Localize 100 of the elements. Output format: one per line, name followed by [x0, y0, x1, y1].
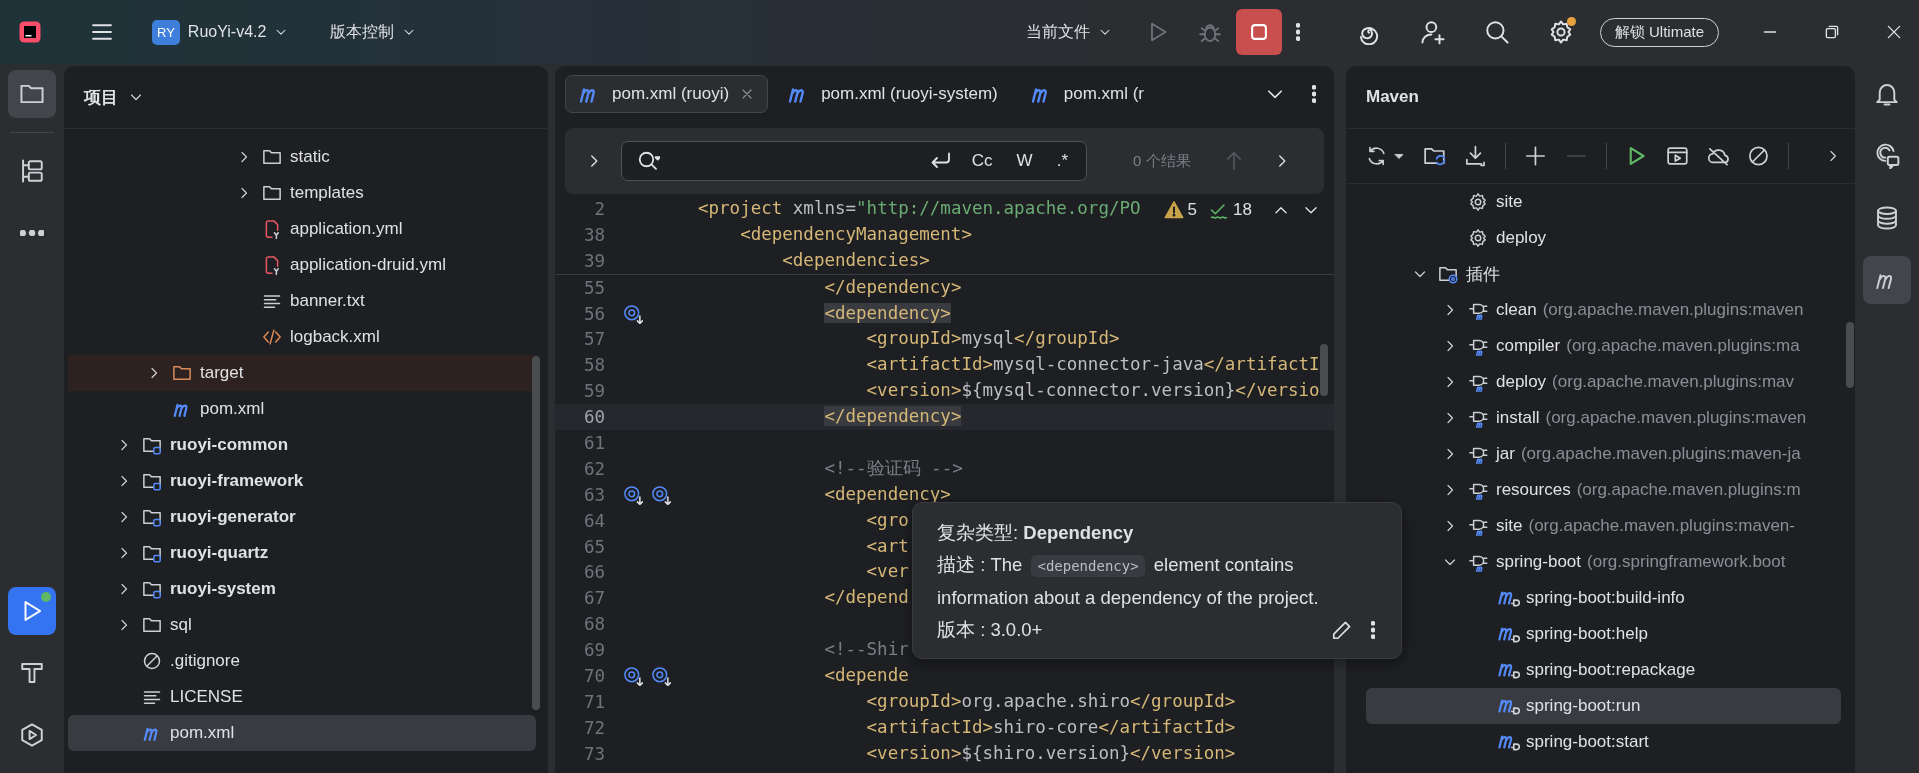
tree-item[interactable]: spring-boot:start — [1366, 724, 1841, 760]
more-icon[interactable] — [1295, 22, 1300, 42]
tree-item[interactable]: spring-boot:help — [1366, 616, 1841, 652]
ai-chat-icon — [1874, 143, 1900, 169]
tree-item[interactable]: application-druid.yml — [68, 247, 536, 283]
tree-item[interactable]: site (org.apache.maven.plugins:maven- — [1366, 508, 1841, 544]
dependency-gutter-icon[interactable] — [623, 303, 643, 324]
hammer-icon — [19, 660, 45, 686]
folder-icon — [142, 615, 162, 635]
tool-window-button[interactable] — [1863, 256, 1911, 304]
line-number: 68 — [582, 614, 605, 635]
run-config-menu[interactable]: 当前文件 — [1017, 15, 1120, 49]
tree-item[interactable]: pom.xml — [68, 715, 536, 751]
tree-item[interactable]: ruoyi-system — [68, 571, 536, 607]
dependency-gutter-icon[interactable] — [623, 484, 643, 505]
tree-item[interactable]: deploy (org.apache.maven.plugins:mav — [1366, 364, 1841, 400]
tree-item[interactable]: ruoyi-generator — [68, 499, 536, 535]
match-case-toggle[interactable]: Cc — [967, 149, 997, 173]
line-number: 72 — [582, 717, 605, 738]
code-line: <groupId>mysql</groupId> — [865, 327, 1120, 351]
scrollbar-thumb[interactable] — [1846, 322, 1854, 388]
tool-window-button[interactable] — [8, 587, 56, 635]
editor-tab[interactable]: pom.xml (ruoyi) — [565, 75, 769, 113]
tree-item[interactable]: spring-boot:repackage — [1366, 652, 1841, 688]
module-folder-icon — [142, 579, 162, 599]
tree-item[interactable]: pom.xml — [68, 391, 536, 427]
line-number: 65 — [582, 536, 605, 557]
more-icon[interactable] — [1371, 620, 1375, 640]
tree-item[interactable]: site — [1366, 184, 1841, 220]
tree-item[interactable]: ruoyi-common — [68, 427, 536, 463]
module-folder-icon — [142, 507, 162, 527]
search-icon[interactable] — [1483, 19, 1510, 45]
module-folder-icon — [142, 471, 162, 491]
tree-item[interactable]: spring-boot:run — [1366, 688, 1841, 724]
tree-item[interactable]: logback.xml — [68, 319, 536, 355]
stop-button[interactable] — [1235, 9, 1282, 55]
tooltip-description: 描述 : The <dependency> element contains information about a dependency of the project. — [937, 553, 1320, 610]
tool-window-button[interactable] — [8, 70, 56, 118]
dependency-gutter-icon[interactable] — [651, 665, 671, 686]
dependency-gutter-icon[interactable] — [651, 484, 671, 505]
gear-icon — [1468, 228, 1488, 248]
editor-tab[interactable]: pom.xml (ruoyi-system) — [774, 75, 1011, 113]
code-line: <gro — [865, 508, 909, 532]
tree-item[interactable]: jar (org.apache.maven.plugins:maven-ja — [1366, 436, 1841, 472]
refresh-icon[interactable] — [1366, 144, 1388, 168]
code-line: </dependency> — [823, 275, 962, 299]
more-icon[interactable] — [1312, 84, 1316, 104]
download-icon[interactable] — [1464, 143, 1488, 169]
close-icon[interactable] — [1885, 23, 1903, 41]
tree-item[interactable]: 插件 — [1366, 256, 1841, 292]
code-line: <project xmlns="http://maven.apache.org/PO — [698, 197, 1141, 220]
pencil-icon[interactable] — [1331, 619, 1353, 641]
add-user-icon[interactable] — [1419, 19, 1446, 45]
database-icon — [1874, 205, 1900, 231]
line-number: 67 — [582, 588, 605, 609]
tree-item[interactable]: compiler (org.apache.maven.plugins:ma — [1366, 328, 1841, 364]
tree-item[interactable]: .gitignore — [68, 643, 536, 679]
tree-item[interactable]: ruoyi-quartz — [68, 535, 536, 571]
app-logo-icon — [18, 20, 42, 44]
dependency-gutter-icon[interactable] — [623, 665, 643, 686]
tree-item[interactable]: spring-boot:build-info — [1366, 580, 1841, 616]
services-icon — [19, 722, 45, 748]
vcs-menu[interactable]: 版本控制 — [322, 15, 425, 49]
tree-item[interactable]: LICENSE — [68, 679, 536, 715]
tree-item[interactable]: templates — [68, 175, 536, 211]
line-number: 71 — [582, 691, 605, 712]
folder-icon — [262, 147, 282, 167]
warning-icon[interactable] — [1163, 200, 1184, 220]
project-menu[interactable]: RuoYi-v4.2 — [179, 17, 297, 47]
line-number: 39 — [582, 250, 605, 271]
search-field[interactable]: Cc W .* — [621, 141, 1087, 181]
xml-file-icon — [262, 327, 282, 347]
line-number: 58 — [582, 355, 605, 376]
words-toggle[interactable]: W — [1012, 149, 1037, 173]
code-line: <groupId>org.apache.shiro</groupId> — [865, 689, 1236, 713]
code-line: <ver — [865, 560, 909, 584]
tree-item[interactable]: target — [68, 355, 536, 391]
restore-icon[interactable] — [1823, 23, 1841, 41]
tree-item[interactable]: banner.txt — [68, 283, 536, 319]
structure-icon — [19, 158, 45, 184]
code-line: <dependencies> — [781, 248, 930, 272]
tooltip-title: 复杂类型: Dependency — [937, 521, 1135, 545]
code-line: </depend — [823, 586, 909, 610]
tree-item[interactable]: install (org.apache.maven.plugins:maven — [1366, 400, 1841, 436]
check-count: 18 — [1233, 200, 1252, 220]
tree-item[interactable]: resources (org.apache.maven.plugins:m — [1366, 472, 1841, 508]
tree-item[interactable]: deploy — [1366, 220, 1841, 256]
result-count: 0 个结果 — [1133, 151, 1191, 171]
tree-item[interactable]: spring-boot (org.springframework.boot — [1366, 544, 1841, 580]
more-icon — [20, 230, 44, 236]
scrollbar-thumb[interactable] — [1320, 344, 1328, 396]
tree-item[interactable]: application.yml — [68, 211, 536, 247]
tree-item[interactable]: clean (org.apache.maven.plugins:maven — [1366, 292, 1841, 328]
tree-item[interactable]: static — [68, 139, 536, 175]
regex-toggle[interactable]: .* — [1052, 149, 1072, 173]
scrollbar-thumb[interactable] — [532, 356, 540, 710]
editor-tab[interactable]: pom.xml (r — [1016, 75, 1158, 113]
line-number: 63 — [582, 484, 605, 505]
tree-item[interactable]: sql — [68, 607, 536, 643]
tree-item[interactable]: ruoyi-framework — [68, 463, 536, 499]
